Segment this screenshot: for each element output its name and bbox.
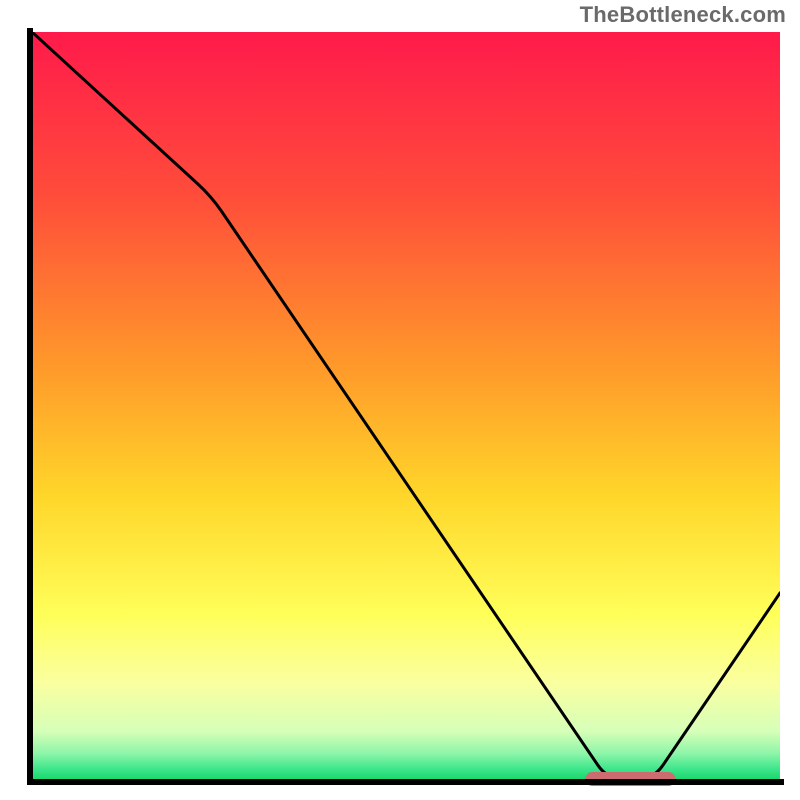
bottleneck-chart [20,28,784,792]
gradient-background [32,32,780,780]
chart-container: TheBottleneck.com [0,0,800,800]
watermark-text: TheBottleneck.com [580,2,786,28]
